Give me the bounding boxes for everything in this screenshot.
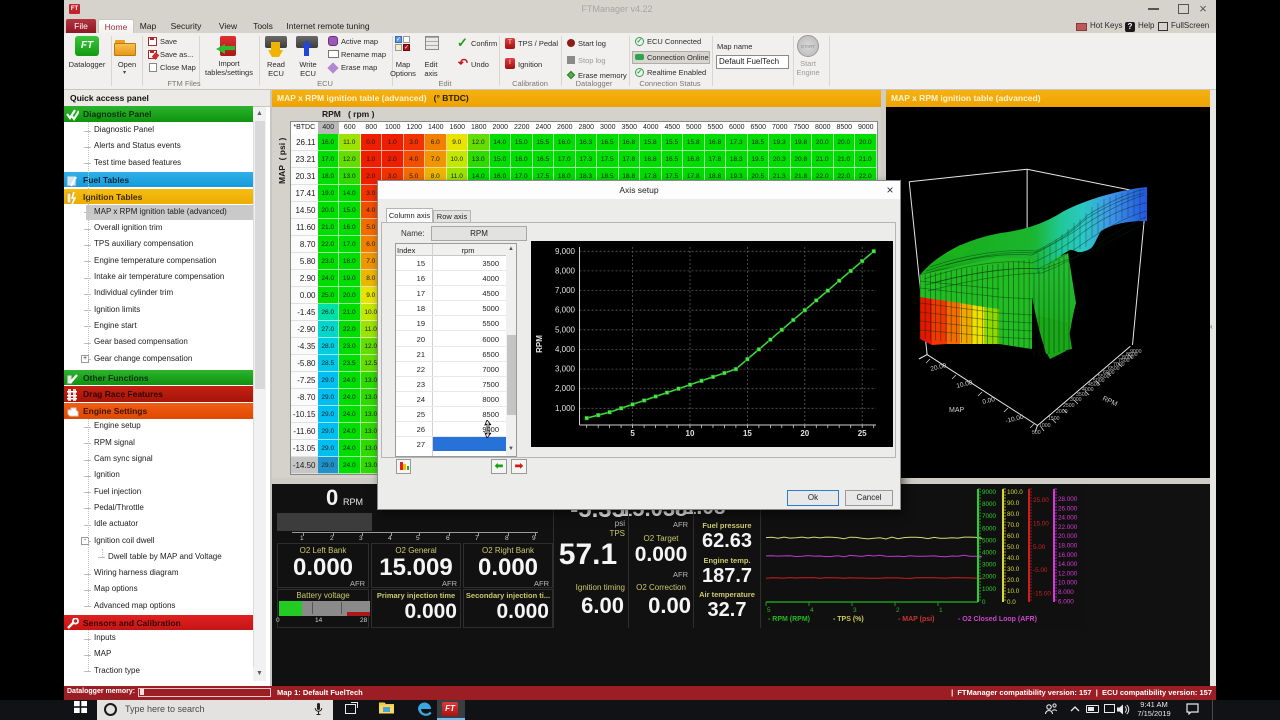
svg-text:9,000: 9,000 <box>555 247 576 256</box>
svg-text:- MAP (psi): - MAP (psi) <box>898 616 934 623</box>
svg-text:50.0: 50.0 <box>1007 544 1020 551</box>
svg-text:2,000: 2,000 <box>555 384 576 393</box>
svg-text:80.0: 80.0 <box>1007 511 1020 518</box>
svg-text:RPM: RPM <box>1101 395 1118 408</box>
svg-text:24.000: 24.000 <box>1058 515 1078 522</box>
svg-text:1: 1 <box>939 607 943 614</box>
svg-text:9000: 9000 <box>982 489 997 496</box>
svg-text:5,000: 5,000 <box>555 325 576 334</box>
svg-text:1000: 1000 <box>1039 423 1051 429</box>
svg-text:8,000: 8,000 <box>555 266 576 275</box>
svg-text:0.0: 0.0 <box>1007 599 1016 606</box>
svg-text:8.000: 8.000 <box>1058 589 1074 596</box>
svg-text:20.00: 20.00 <box>930 362 948 373</box>
svg-text:1500: 1500 <box>1048 416 1060 422</box>
svg-text:-15.00: -15.00 <box>1033 591 1051 598</box>
svg-text:-5.00: -5.00 <box>1033 567 1048 574</box>
svg-text:4: 4 <box>810 607 814 614</box>
svg-text:5: 5 <box>630 429 635 438</box>
svg-text:6000: 6000 <box>982 525 997 532</box>
svg-text:4000: 4000 <box>982 550 997 557</box>
svg-text:20.0: 20.0 <box>1007 577 1020 584</box>
svg-text:0.00: 0.00 <box>982 396 996 406</box>
svg-text:16.000: 16.000 <box>1058 552 1078 559</box>
svg-text:60.0: 60.0 <box>1007 533 1020 540</box>
svg-text:30.0: 30.0 <box>1007 566 1020 573</box>
svg-text:14.000: 14.000 <box>1058 561 1078 568</box>
svg-text:10: 10 <box>686 429 695 438</box>
svg-text:28.000: 28.000 <box>1058 496 1078 503</box>
svg-text:18.000: 18.000 <box>1058 543 1078 550</box>
svg-text:7,000: 7,000 <box>555 286 576 295</box>
svg-text:6,000: 6,000 <box>555 306 576 315</box>
svg-text:8000: 8000 <box>982 501 997 508</box>
svg-text:- TPS (%): - TPS (%) <box>833 616 864 623</box>
svg-text:3000: 3000 <box>982 562 997 569</box>
svg-text:4,000: 4,000 <box>555 345 576 354</box>
svg-text:2000: 2000 <box>1056 409 1068 415</box>
svg-text:70.0: 70.0 <box>1007 522 1020 529</box>
svg-text:12.000: 12.000 <box>1058 570 1078 577</box>
svg-text:5.00: 5.00 <box>1033 544 1046 551</box>
svg-text:2: 2 <box>896 607 900 614</box>
svg-text:2500: 2500 <box>1063 403 1075 409</box>
svg-text:RPM: RPM <box>535 335 544 353</box>
svg-text:5: 5 <box>767 607 771 614</box>
svg-text:3,000: 3,000 <box>555 365 576 374</box>
svg-text:- O2 Closed Loop (AFR): - O2 Closed Loop (AFR) <box>958 616 1037 623</box>
svg-text:10.00: 10.00 <box>956 379 974 390</box>
svg-text:1000: 1000 <box>982 586 997 593</box>
svg-text:1,000: 1,000 <box>555 404 576 413</box>
svg-text:7000: 7000 <box>982 513 997 520</box>
svg-text:90.0: 90.0 <box>1007 500 1020 507</box>
svg-text:15: 15 <box>743 429 752 438</box>
svg-text:22.000: 22.000 <box>1058 524 1078 531</box>
svg-text:100.0: 100.0 <box>1007 489 1023 496</box>
svg-text:40.0: 40.0 <box>1007 555 1020 562</box>
svg-text:9000: 9000 <box>1130 349 1142 355</box>
svg-text:2000: 2000 <box>982 574 997 581</box>
svg-text:- RPM (RPM): - RPM (RPM) <box>768 616 810 623</box>
svg-text:20.000: 20.000 <box>1058 533 1078 540</box>
svg-text:10.000: 10.000 <box>1058 580 1078 587</box>
svg-text:25: 25 <box>858 429 867 438</box>
svg-text:26.000: 26.000 <box>1058 505 1078 512</box>
svg-text:10.0: 10.0 <box>1007 588 1020 595</box>
svg-text:500: 500 <box>1032 430 1041 436</box>
svg-text:0: 0 <box>982 599 986 606</box>
svg-text:3: 3 <box>853 607 857 614</box>
svg-text:15.00: 15.00 <box>1033 520 1049 527</box>
svg-text:25.00: 25.00 <box>1033 497 1049 504</box>
svg-text:6.000: 6.000 <box>1058 598 1074 605</box>
svg-text:20: 20 <box>800 429 809 438</box>
svg-text:-10.00: -10.00 <box>1005 414 1025 425</box>
svg-text:5000: 5000 <box>982 537 997 544</box>
svg-text:MAP: MAP <box>949 407 965 414</box>
